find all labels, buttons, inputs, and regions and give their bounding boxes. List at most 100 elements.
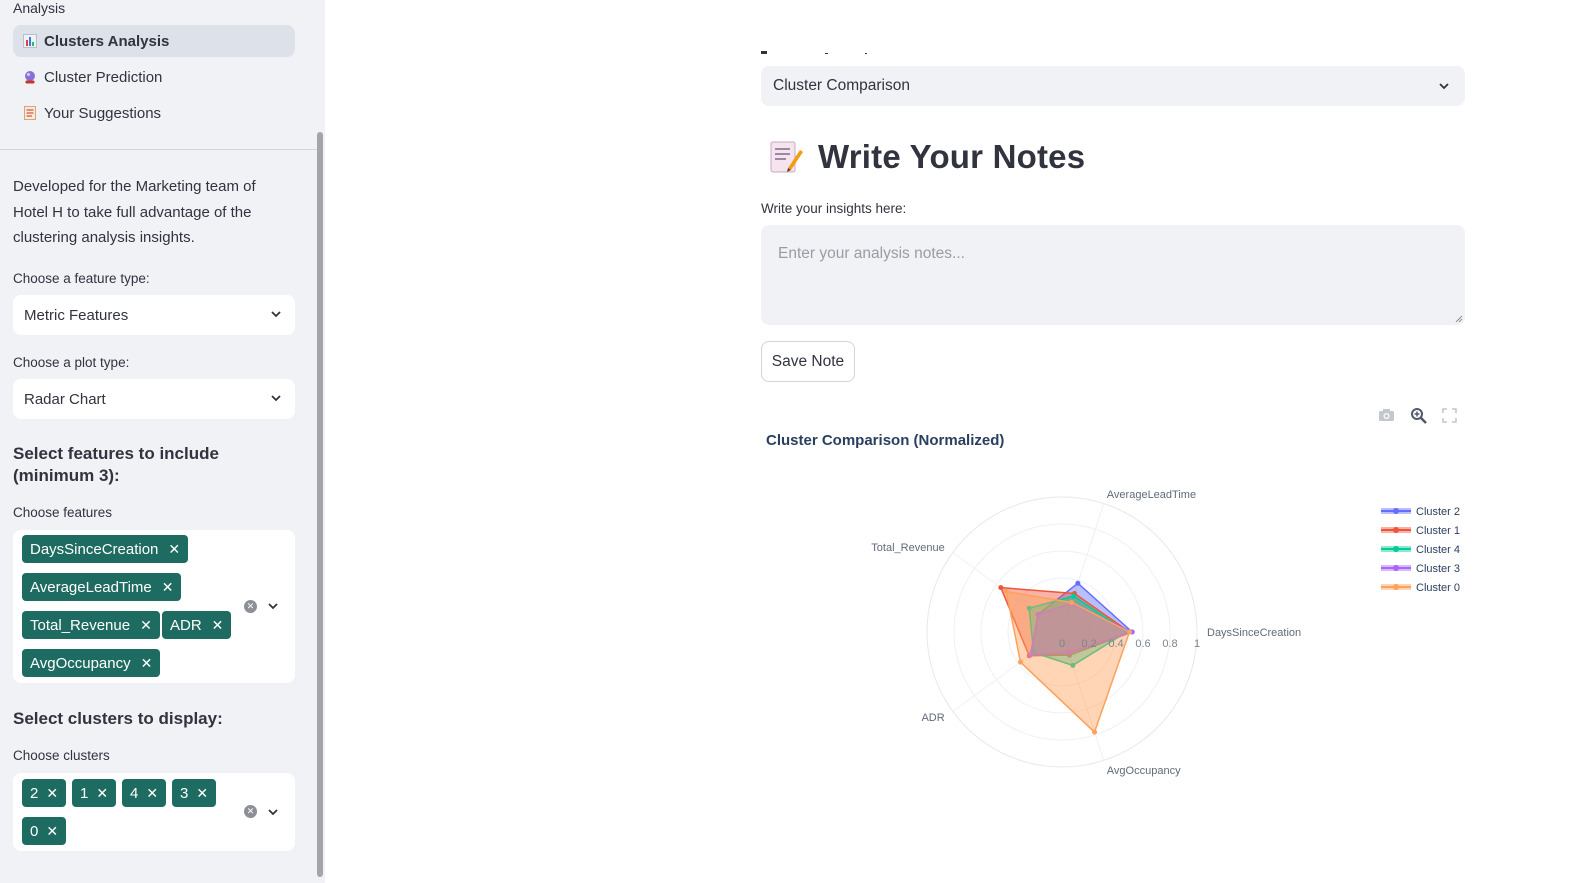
series-point (1127, 629, 1132, 635)
series-point (1003, 589, 1009, 595)
legend-marker (1393, 508, 1399, 514)
view-select-value: Cluster Comparison (773, 77, 910, 94)
legend-item: Cluster 4 (1381, 544, 1460, 556)
cluster-chip[interactable]: 4 ✕ (122, 779, 167, 807)
series-point (1069, 599, 1075, 605)
memo-icon (768, 138, 804, 176)
camera-icon[interactable] (1378, 407, 1395, 424)
feature-chip[interactable]: DaysSinceCreation ✕ (22, 535, 189, 563)
feature-type-value: Metric Features (24, 306, 129, 324)
radial-tick-label: 0.8 (1162, 638, 1177, 650)
legend-marker (1393, 546, 1399, 552)
radial-tick-label: 0 (1059, 638, 1065, 650)
cluster-chip[interactable]: 1 ✕ (72, 779, 117, 807)
remove-chip-icon[interactable]: ✕ (212, 617, 224, 634)
feature-type-label: Choose a feature type: (13, 271, 150, 286)
remove-chip-icon[interactable]: ✕ (196, 785, 208, 802)
series-point (998, 585, 1004, 591)
axis-label: DaysSinceCreation (1207, 627, 1301, 639)
zoom-icon[interactable] (1410, 407, 1427, 424)
crystal-ball-icon (23, 70, 37, 84)
clear-all-icon[interactable]: ✕ (244, 805, 257, 818)
view-select[interactable]: Cluster Comparison (761, 66, 1465, 106)
plot-type-label: Choose a plot type: (13, 355, 130, 370)
fullscreen-icon[interactable] (1441, 407, 1458, 424)
sidebar-divider (0, 149, 319, 150)
radial-tick-label: 1 (1194, 638, 1200, 650)
notes-header: Write Your Notes (768, 138, 1085, 176)
cluster-chip[interactable]: 3 ✕ (172, 779, 217, 807)
legend-item: Cluster 1 (1381, 525, 1460, 537)
chip-label: ADR (170, 616, 202, 634)
chip-label: 2 (30, 784, 39, 802)
clusters-label: Choose clusters (13, 748, 110, 763)
feature-chip[interactable]: AvgOccupancy ✕ (22, 649, 161, 677)
remove-chip-icon[interactable]: ✕ (96, 785, 108, 802)
chip-label: Total_Revenue (30, 616, 131, 634)
chevron-down-icon (271, 311, 281, 318)
radar-legend: Cluster 2 Cluster 1 Cluster 4 Cluster 3 Clus… (1381, 506, 1460, 594)
remove-chip-icon[interactable]: ✕ (46, 823, 58, 840)
feature-chip[interactable]: ADR ✕ (162, 611, 232, 639)
legend-item: Cluster 3 (1381, 563, 1460, 575)
legend-item: Cluster 2 (1381, 506, 1460, 518)
plot-type-select[interactable]: Radar Chart (13, 379, 295, 419)
bar-chart-icon (23, 34, 37, 48)
feature-chip[interactable]: Total_Revenue ✕ (22, 611, 160, 639)
resize-handle-icon[interactable] (1455, 315, 1463, 323)
legend-marker (1393, 527, 1399, 533)
chip-label: 3 (180, 784, 189, 802)
series-point (1017, 659, 1023, 665)
radial-tick-label: 0.2 (1081, 638, 1096, 650)
radar-series (998, 580, 1135, 735)
notes-label: Write your insights here: (761, 201, 907, 216)
legend-label: Cluster 4 (1416, 544, 1460, 556)
page-title: Write Your Notes (818, 138, 1086, 175)
series-point (1071, 593, 1077, 599)
features-multiselect[interactable]: DaysSinceCreation ✕ AverageLeadTime ✕ Tota… (13, 530, 295, 683)
chevron-down-icon (271, 395, 281, 402)
cut-off-label (761, 46, 881, 54)
nav-label: Clusters Analysis (44, 32, 170, 50)
feature-type-select[interactable]: Metric Features (13, 295, 295, 335)
radial-tick-label: 0.6 (1135, 638, 1150, 650)
chevron-down-icon[interactable] (268, 807, 278, 817)
plot-type-value: Radar Chart (24, 390, 106, 408)
remove-chip-icon[interactable]: ✕ (140, 617, 152, 634)
axis-label: Total_Revenue (871, 542, 944, 554)
nav-label: Your Suggestions (44, 104, 162, 122)
legend-label: Cluster 1 (1416, 525, 1460, 537)
remove-chip-icon[interactable]: ✕ (168, 541, 180, 558)
chart-title: Cluster Comparison (Normalized) (766, 432, 1005, 449)
nav-heading: Analysis (13, 0, 66, 16)
chevron-down-icon[interactable] (268, 601, 278, 611)
nav-item-cluster-prediction[interactable]: Cluster Prediction (13, 61, 295, 93)
memo-icon (23, 106, 37, 120)
remove-chip-icon[interactable]: ✕ (146, 785, 158, 802)
remove-chip-icon[interactable]: ✕ (162, 579, 174, 596)
nav-item-your-suggestions[interactable]: Your Suggestions (13, 97, 295, 129)
remove-chip-icon[interactable]: ✕ (46, 785, 58, 802)
feature-chip[interactable]: AverageLeadTime ✕ (22, 573, 182, 601)
nav-item-clusters-analysis[interactable]: Clusters Analysis (13, 25, 295, 57)
series-point (1075, 580, 1081, 586)
series-point (1092, 729, 1098, 735)
legend-label: Cluster 0 (1416, 582, 1460, 594)
clusters-multiselect[interactable]: 2 ✕ 1 ✕ 4 ✕ 3 ✕ 0 ✕ ✕ (13, 773, 295, 851)
legend-marker (1393, 565, 1399, 571)
legend-marker (1393, 584, 1399, 590)
legend-item: Cluster 0 (1381, 582, 1460, 594)
notes-textarea[interactable] (761, 225, 1465, 325)
radar-chart: 0 0.2 0.4 0.6 0.8 1 DaysSinceCreation AverageL… (871, 489, 1460, 777)
save-note-button[interactable]: Save Note (761, 341, 855, 382)
axis-label: AvgOccupancy (1107, 765, 1181, 777)
chip-label: DaysSinceCreation (30, 540, 159, 558)
sidebar-scrollbar[interactable] (317, 132, 323, 877)
clear-all-icon[interactable]: ✕ (244, 600, 257, 613)
cluster-chip[interactable]: 0 ✕ (22, 817, 67, 845)
features-label: Choose features (13, 505, 113, 520)
cluster-chip[interactable]: 2 ✕ (22, 779, 67, 807)
remove-chip-icon[interactable]: ✕ (141, 655, 153, 672)
chip-label: AverageLeadTime (30, 578, 152, 596)
chip-label: 0 (30, 822, 39, 840)
